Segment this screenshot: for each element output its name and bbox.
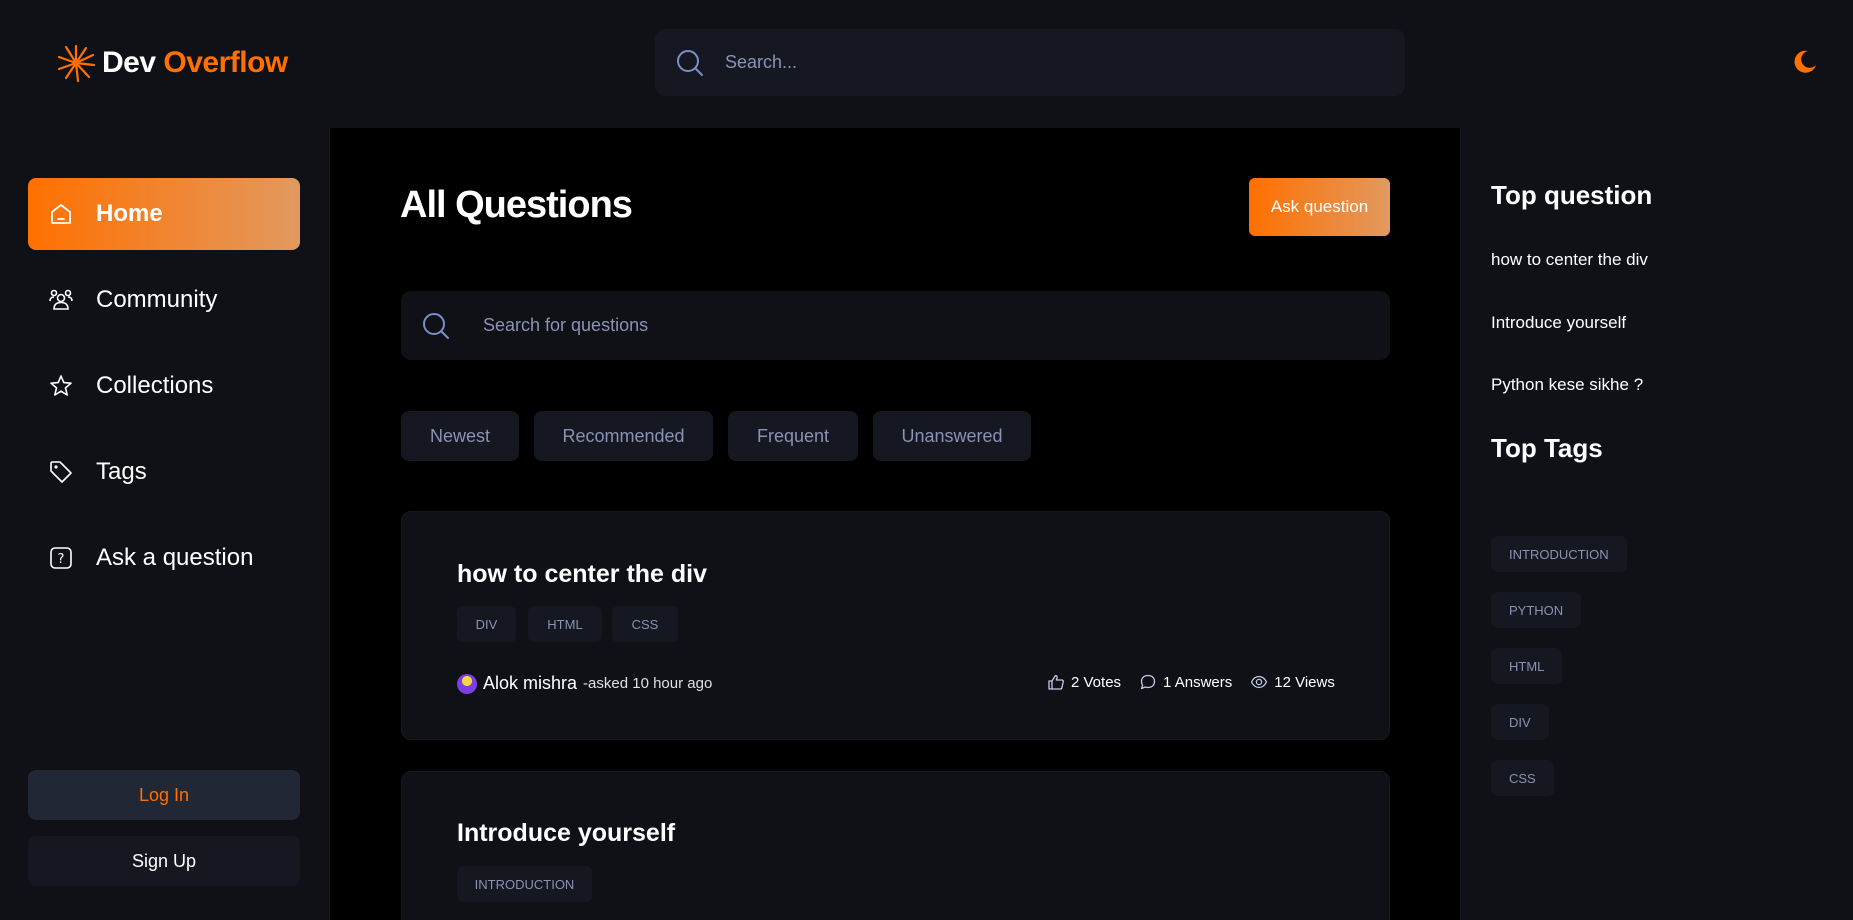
question-title[interactable]: Introduce yourself (457, 819, 675, 848)
left-sidebar: Home Community Collections Tags ? Ask a … (0, 128, 330, 920)
votes-metric: 2 Votes (1047, 673, 1121, 691)
brand-name: Dev Overflow (102, 46, 288, 80)
svg-text:?: ? (58, 552, 65, 567)
sidebar-item-label: Ask a question (96, 544, 254, 571)
question-search-bar (401, 291, 1390, 360)
sidebar-item-collections[interactable]: Collections (28, 350, 300, 422)
top-tag[interactable]: PYTHON (1491, 592, 1582, 628)
question-card: Introduce yourself INTRODUCTION (401, 771, 1390, 920)
top-question-item[interactable]: Introduce yourself › (1491, 311, 1853, 334)
filter-frequent[interactable]: Frequent (728, 411, 858, 461)
top-navbar: Dev Overflow (0, 0, 1853, 128)
sidebar-item-home[interactable]: Home (28, 178, 300, 250)
brand-name-overflow: Overflow (163, 46, 288, 79)
sidebar-item-tags[interactable]: Tags (28, 436, 300, 508)
tag-icon (50, 461, 72, 483)
brand-logo[interactable]: Dev Overflow (56, 42, 288, 84)
moon-icon[interactable] (1790, 48, 1818, 76)
views-metric: 12 Views (1250, 673, 1335, 691)
global-search-bar (655, 29, 1405, 96)
question-author: Alok mishra -asked 10 hour ago (457, 673, 712, 694)
question-title[interactable]: how to center the div (457, 560, 707, 589)
question-metrics: 2 Votes 1 Answers 12 Views (1047, 673, 1335, 691)
filter-recommended[interactable]: Recommended (534, 411, 713, 461)
question-tag[interactable]: HTML (528, 606, 602, 642)
views-count: 12 Views (1274, 673, 1335, 691)
question-tag[interactable]: CSS (612, 606, 678, 642)
answers-count: 1 Answers (1163, 673, 1233, 691)
users-icon (49, 289, 73, 310)
right-sidebar: Top question how to center the div › Int… (1460, 128, 1853, 920)
top-question-label: how to center the div (1491, 249, 1648, 269)
top-question-item[interactable]: Python kese sikhe ? › (1491, 373, 1853, 396)
eye-icon (1251, 675, 1268, 689)
author-name[interactable]: Alok mishra (483, 673, 577, 694)
filter-newest[interactable]: Newest (401, 411, 519, 461)
top-tags-heading: Top Tags (1491, 433, 1603, 463)
global-search-input[interactable] (725, 52, 1325, 73)
top-questions-heading: Top question (1491, 180, 1653, 210)
avatar (457, 673, 477, 694)
question-card: how to center the div DIV HTML CSS Alok … (401, 511, 1390, 740)
login-button[interactable]: Log In (28, 770, 300, 820)
ask-question-button[interactable]: Ask question (1249, 178, 1390, 236)
votes-count: 2 Votes (1071, 673, 1122, 691)
page-title: All Questions (400, 184, 633, 226)
sidebar-item-label: Collections (96, 372, 214, 399)
brand-name-dev: Dev (102, 46, 156, 79)
sidebar-item-label: Home (96, 200, 163, 227)
sidebar-item-label: Tags (96, 458, 147, 485)
question-icon: ? (50, 547, 72, 569)
thumbs-up-icon (1048, 674, 1064, 690)
question-tag[interactable]: DIV (457, 606, 516, 642)
top-question-label: Introduce yourself (1491, 312, 1627, 332)
search-icon (677, 49, 703, 76)
sidebar-item-ask-question[interactable]: ? Ask a question (28, 522, 300, 594)
sidebar-item-community[interactable]: Community (28, 264, 300, 336)
message-icon (1140, 674, 1156, 690)
logo-icon (57, 44, 96, 83)
question-search-input[interactable] (483, 315, 1283, 336)
filter-unanswered[interactable]: Unanswered (873, 411, 1031, 461)
search-icon (423, 312, 449, 339)
top-tag[interactable]: INTRODUCTION (1491, 536, 1627, 572)
top-question-item[interactable]: how to center the div › (1491, 248, 1853, 271)
top-question-label: Python kese sikhe ? (1491, 374, 1644, 394)
asked-time: -asked 10 hour ago (583, 675, 713, 692)
sidebar-item-label: Community (96, 286, 218, 313)
top-tag[interactable]: HTML (1491, 648, 1563, 684)
signup-button[interactable]: Sign Up (28, 836, 300, 886)
top-tag[interactable]: DIV (1491, 704, 1549, 740)
question-tag[interactable]: INTRODUCTION (457, 866, 592, 902)
home-icon (51, 204, 71, 224)
star-icon (50, 375, 72, 396)
answers-metric: 1 Answers (1139, 673, 1232, 691)
top-tag[interactable]: CSS (1491, 760, 1554, 796)
